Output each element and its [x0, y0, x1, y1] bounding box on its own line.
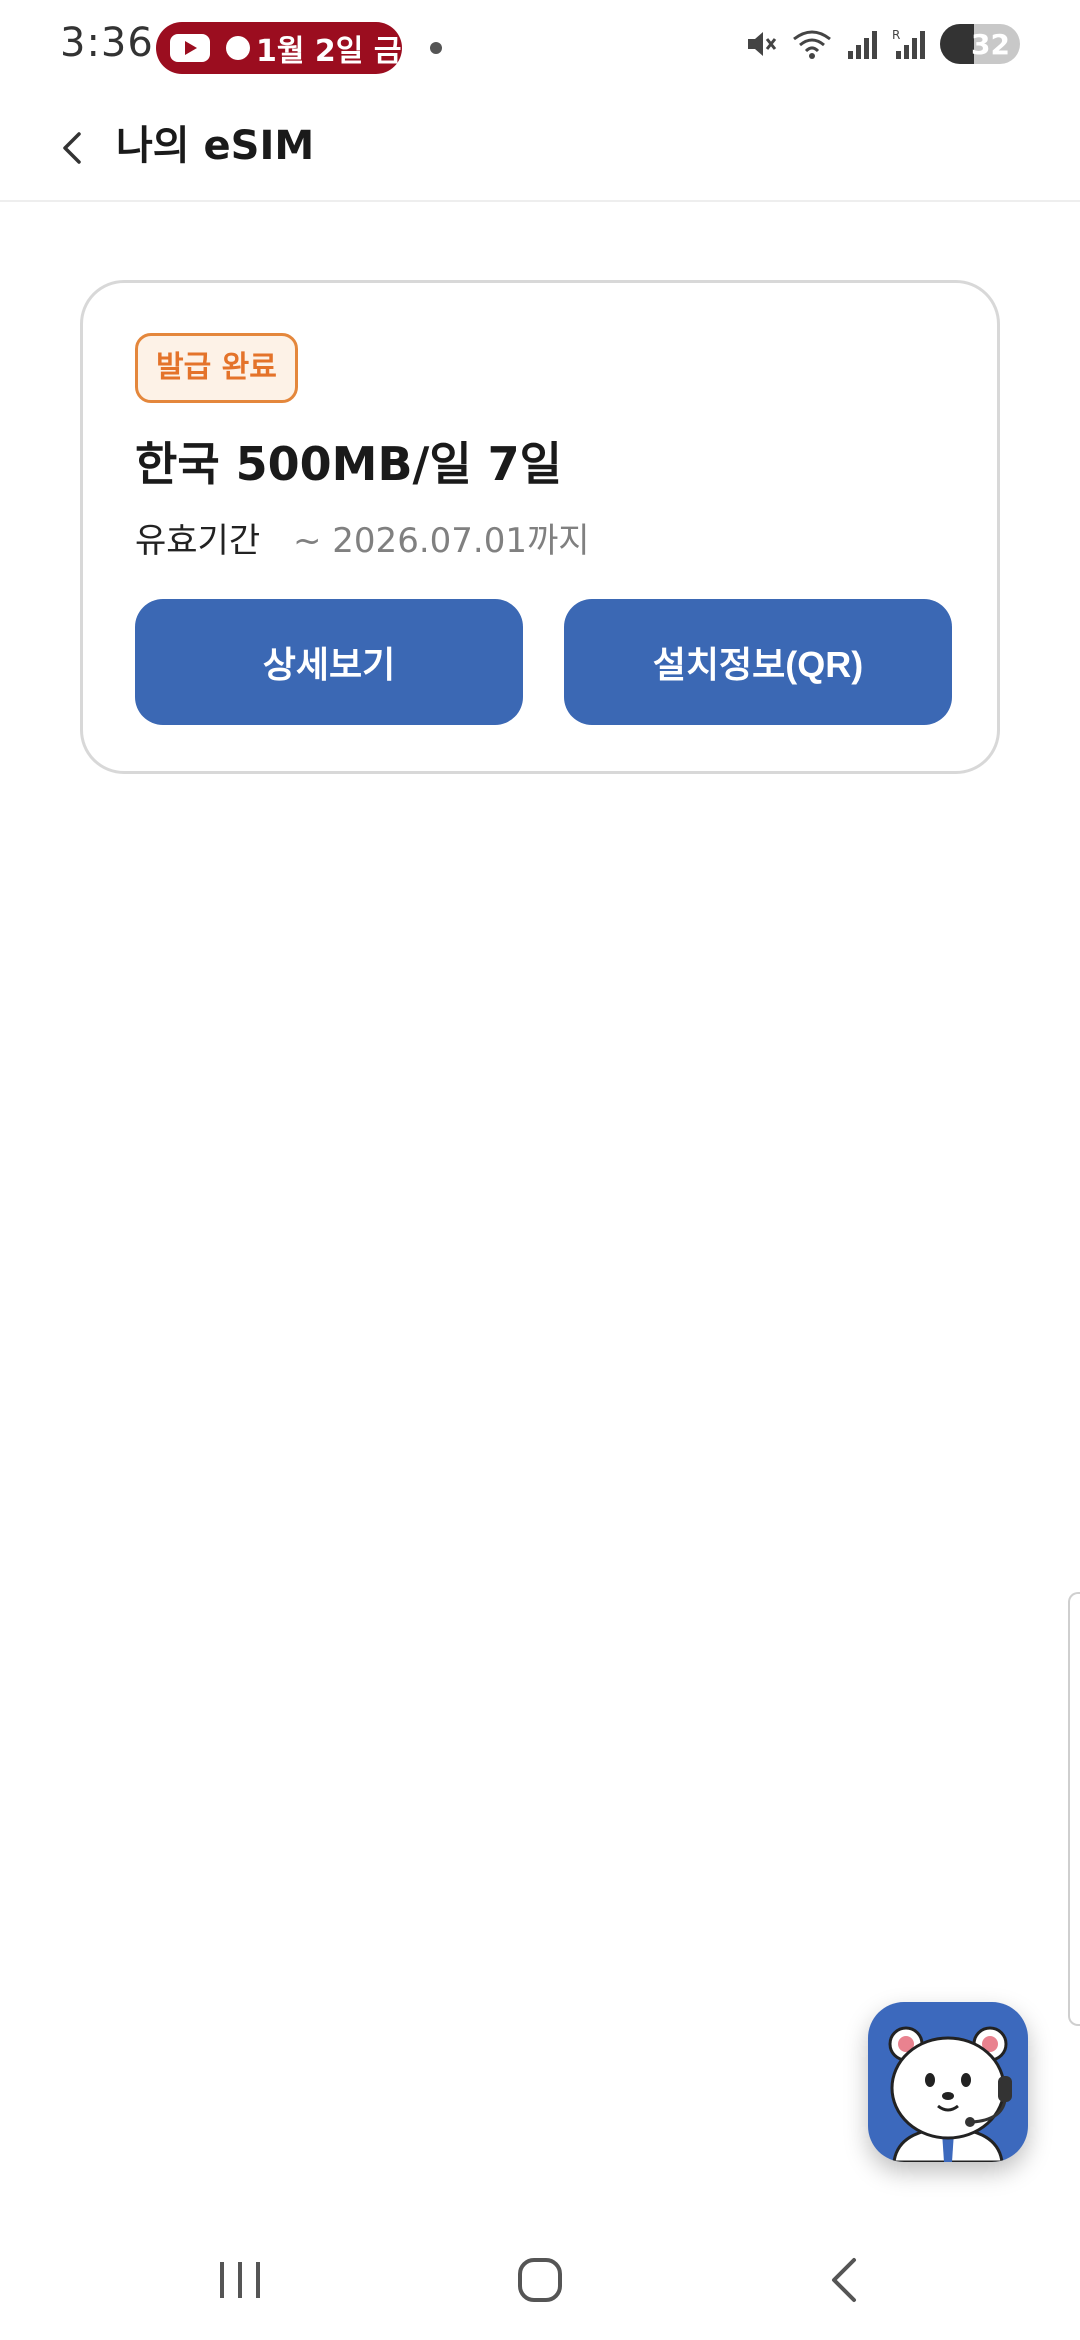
scroll-indicator[interactable]: [1068, 1592, 1080, 2026]
back-button[interactable]: [40, 116, 104, 180]
status-badge: 발급 완료: [135, 333, 298, 403]
home-button[interactable]: [500, 2250, 580, 2310]
mute-icon: [748, 32, 777, 56]
plan-name: 한국 500MB/일 7일: [135, 437, 562, 491]
record-icon: [226, 36, 250, 60]
qr-install-info-button[interactable]: 설치정보(QR): [564, 599, 952, 725]
recent-apps-button[interactable]: [200, 2250, 280, 2310]
recent-apps-icon: [220, 2262, 260, 2298]
roaming-signal-icon: R: [892, 28, 925, 59]
youtube-icon: [170, 34, 210, 62]
signal-icon: [848, 31, 877, 59]
status-time: 3:36: [60, 20, 154, 66]
home-icon: [518, 2258, 562, 2302]
notification-dot: [430, 42, 442, 54]
status-icons: R 32: [744, 24, 1020, 64]
detail-button[interactable]: 상세보기: [135, 599, 523, 725]
wifi-icon: [793, 30, 831, 59]
notification-pill[interactable]: 1월 2일 금: [156, 22, 402, 74]
navigation-bar: [0, 2220, 1080, 2340]
battery-charging-icon: 32: [940, 24, 1020, 64]
app-header: 나의 eSIM: [0, 96, 1080, 202]
chevron-left-icon: [63, 132, 81, 164]
system-back-button[interactable]: [804, 2250, 884, 2310]
customer-support-chat-button[interactable]: [868, 2002, 1028, 2162]
page-title: 나의 eSIM: [116, 123, 315, 169]
battery-level: 32: [971, 27, 1010, 61]
back-icon: [832, 2258, 856, 2302]
bear-support-mascot-icon: [888, 2026, 1012, 2162]
svg-text:R: R: [892, 28, 900, 42]
notification-pill-text: 1월 2일 금: [256, 34, 402, 69]
esim-card: 발급 완료 한국 500MB/일 7일 유효기간 ~ 2026.07.01까지 …: [80, 280, 1000, 774]
status-bar: 3:36 1월 2일 금 R 32: [0, 0, 1080, 96]
validity-label: 유효기간: [135, 521, 261, 561]
validity-value: ~ 2026.07.01까지: [293, 521, 590, 561]
